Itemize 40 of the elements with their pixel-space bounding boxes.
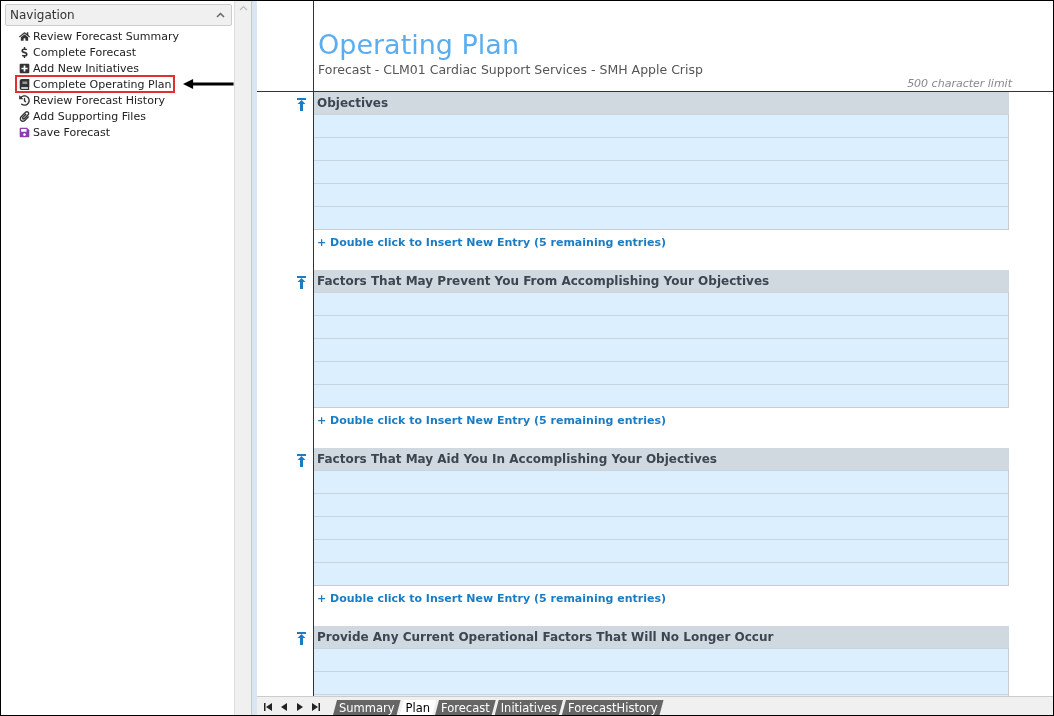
page-title: Operating Plan [318,29,520,60]
scrollbar[interactable] [234,1,251,715]
book-icon [19,78,30,90]
navigation-link[interactable]: Add Supporting Files [15,107,150,125]
home-icon [19,30,30,42]
paperclip-icon [19,110,30,122]
section-header: Provide Any Current Operational Factors That Will No Longer Occur [314,626,1009,648]
navigation-link[interactable]: Save Forecast [15,123,115,141]
section-header: Factors That May Aid You In Accomplishing Your Objectives [314,448,1009,470]
navigation-link[interactable]: Add New Initiatives [15,59,144,77]
dollar-icon [19,46,30,58]
previous-sheet-icon[interactable] [280,703,288,711]
callout-arrow [183,77,234,91]
page-subtitle: Forecast - CLM01 Cardiac Support Services - SMH Apple Crisp [318,62,704,77]
section-header: Factors That May Prevent You From Accomplishing Your Objectives [314,270,1009,292]
sheet-tab[interactable]: Plan [399,700,437,715]
pin-top-icon[interactable] [297,632,306,645]
insert-entry-link[interactable]: + Double click to Insert New Entry (5 remaining entries) [314,408,1009,448]
insert-entry-link[interactable]: + Double click to Insert New Entry (5 remaining entries) [314,586,1009,626]
navigation-link[interactable]: Review Forecast Summary [15,27,183,45]
navigation-link[interactable]: Review Forecast History [15,91,169,109]
sheet-tab[interactable]: Initiatives [494,700,563,715]
pin-top-icon[interactable] [297,276,306,289]
sheet-tab[interactable]: ForecastHistory [561,700,664,715]
navigation-link[interactable]: Complete Forecast [15,43,141,61]
character-limit-note: 500 character limit [906,77,1012,91]
sheet-tab[interactable]: Forecast [435,700,496,715]
history-icon [19,94,30,106]
navigation-link[interactable]: Complete Operating Plan [15,75,176,93]
next-sheet-icon[interactable] [296,703,304,711]
pin-top-icon[interactable] [297,454,306,467]
last-sheet-icon[interactable] [312,703,320,711]
navigation-title: Navigation [10,8,75,22]
insert-entry-link[interactable]: + Double click to Insert New Entry (5 remaining entries) [314,230,1009,270]
navigation-header[interactable]: Navigation [5,4,232,26]
first-sheet-icon[interactable] [264,703,272,711]
section-header: Objectives [314,92,1009,114]
pin-top-icon[interactable] [297,98,306,111]
collapse-icon[interactable] [216,12,225,18]
sheet-tab[interactable]: Summary [333,700,401,715]
